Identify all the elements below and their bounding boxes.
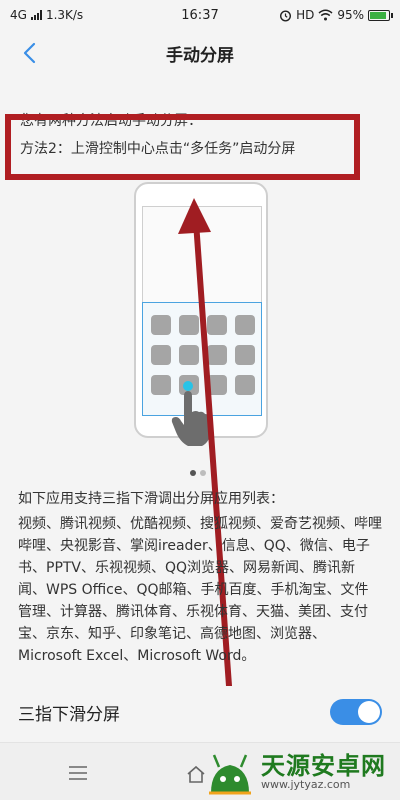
app-tile [235, 315, 255, 335]
app-tile [207, 315, 227, 335]
watermark-url: www.jytyaz.com [261, 778, 351, 791]
app-tile [207, 345, 227, 365]
app-tile [235, 375, 255, 395]
app-tile [151, 375, 171, 395]
app-tile [179, 345, 199, 365]
watermark-text: 天源安卓网 www.jytyaz.com [261, 753, 386, 791]
app-tile [179, 315, 199, 335]
setting-label: 三指下滑分屏 [18, 704, 120, 725]
home-icon[interactable] [186, 765, 206, 783]
network-type: 4G [10, 8, 27, 22]
page-title: 手动分屏 [166, 45, 234, 66]
pager-dot [200, 470, 206, 476]
battery-icon [368, 9, 393, 21]
android-logo-icon [209, 754, 251, 795]
setting-three-finger-split: 三指下滑分屏 [0, 686, 400, 738]
apps-list-title: 如下应用支持三指下滑调出分屏应用列表： [18, 491, 284, 507]
menu-icon[interactable] [68, 765, 88, 781]
apps-list: 视频、腾讯视频、优酷视频、搜狐视频、爱奇艺视频、哔哩哔哩、央视影音、掌阅irea… [18, 516, 382, 664]
watermark-name: 天源安卓网 [261, 752, 386, 780]
pager-dot [190, 470, 196, 476]
back-button[interactable] [14, 38, 44, 68]
header: 手动分屏 [0, 30, 400, 76]
app-tile [235, 345, 255, 365]
battery-percent: 95% [337, 8, 364, 22]
chevron-left-icon [23, 42, 36, 64]
alarm-icon [280, 9, 292, 22]
pager-dots [190, 470, 206, 476]
hand-pointer-icon [171, 391, 210, 446]
hd-badge: HD [296, 8, 315, 22]
app-grid [151, 315, 255, 395]
app-tile [151, 315, 171, 335]
three-finger-split-toggle[interactable] [330, 699, 382, 725]
toggle-knob [358, 701, 380, 723]
app-tile [151, 345, 171, 365]
status-bar: 4G 1.3K/s 16:37 HD 95% [0, 0, 400, 30]
watermark: 天源安卓网 www.jytyaz.com [205, 746, 386, 798]
signal-icon [30, 10, 42, 20]
battery-fill [370, 11, 386, 19]
network-speed: 1.3K/s [45, 8, 84, 22]
status-right: HD 95% [279, 8, 393, 22]
highlight-box [5, 114, 360, 180]
status-left: 4G 1.3K/s [10, 8, 83, 22]
wifi-icon [318, 9, 333, 21]
